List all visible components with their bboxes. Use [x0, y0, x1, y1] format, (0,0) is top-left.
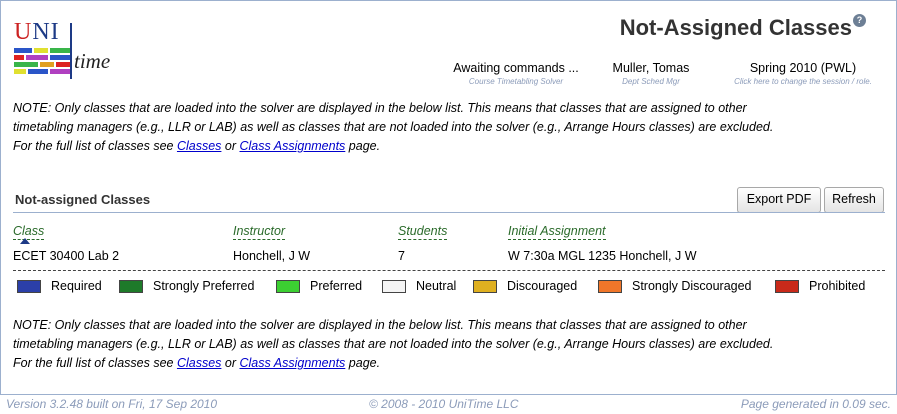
logo-uni-text: UNI	[14, 19, 60, 46]
table-divider	[13, 270, 885, 271]
page-frame: UNI time Not-Assigned Classes ? Awaiting…	[0, 0, 897, 395]
column-header-students[interactable]: Students	[398, 224, 448, 240]
legend-swatch-strongly-preferred	[119, 279, 143, 293]
legend-swatch-discouraged	[473, 279, 497, 293]
legend-swatch-neutral	[382, 279, 406, 293]
legend-label: Strongly Preferred	[153, 279, 255, 293]
note-top: NOTE: Only classes that are loaded into …	[13, 99, 883, 156]
logo-blocks	[14, 48, 72, 80]
legend-prohibited: Prohibited	[775, 279, 865, 293]
footer-version: Version 3.2.48 built on Fri, 17 Sep 2010	[6, 397, 218, 411]
legend-swatch-required	[17, 279, 41, 293]
legend-swatch-strongly-discouraged	[598, 279, 622, 293]
logo-u: U	[14, 19, 33, 45]
note-line-2: timetabling managers (e.g., LLR or LAB) …	[13, 337, 774, 351]
cell-instructor: Honchell, J W	[233, 249, 311, 263]
legend-neutral: Neutral	[382, 279, 456, 293]
section-divider	[13, 212, 885, 213]
note-line-2: timetabling managers (e.g., LLR or LAB) …	[13, 120, 774, 134]
class-assignments-link[interactable]: Class Assignments	[239, 356, 345, 370]
legend-swatch-preferred	[276, 279, 300, 293]
solver-status[interactable]: Awaiting commands ... Course Timetabling…	[441, 61, 591, 86]
note-line-1: NOTE: Only classes that are loaded into …	[13, 101, 747, 115]
solver-status-value: Awaiting commands ...	[453, 61, 579, 75]
logo-time-text: time	[74, 49, 111, 73]
legend-label: Neutral	[416, 279, 457, 293]
column-header-instructor[interactable]: Instructor	[233, 224, 286, 240]
user-name: Muller, Tomas	[612, 61, 690, 75]
note-or: or	[221, 356, 240, 370]
legend-swatch-prohibited	[775, 279, 799, 293]
note-bottom: NOTE: Only classes that are loaded into …	[13, 316, 883, 373]
section-title: Not-assigned Classes	[15, 192, 151, 207]
class-assignments-link[interactable]: Class Assignments	[239, 139, 345, 153]
legend-label: Prohibited	[809, 279, 866, 293]
note-line-3: For the full list of classes see Classes…	[13, 354, 883, 373]
sort-ascending-icon	[20, 238, 30, 244]
note-line-3-prefix: For the full list of classes see	[13, 356, 177, 370]
column-header-initial-assignment[interactable]: Initial Assignment	[508, 224, 606, 240]
legend-strongly-preferred: Strongly Preferred	[119, 279, 254, 293]
refresh-button[interactable]: Refresh	[824, 187, 884, 213]
note-line-3: For the full list of classes see Classes…	[13, 137, 883, 156]
cell-students: 7	[398, 249, 405, 263]
user-role: Dept Sched Mgr	[622, 77, 680, 86]
legend-label: Strongly Discouraged	[632, 279, 752, 293]
solver-status-sub: Course Timetabling Solver	[468, 77, 564, 86]
legend-label: Required	[51, 279, 102, 293]
session-name: Spring 2010 (PWL)	[749, 61, 857, 75]
legend-required: Required	[17, 279, 102, 293]
legend-label: Preferred	[310, 279, 363, 293]
logo-ni: NI	[32, 19, 60, 45]
note-line-3-suffix: page.	[345, 139, 381, 153]
footer-generated: Page generated in 0.09 sec.	[740, 397, 891, 411]
note-line-1: NOTE: Only classes that are loaded into …	[13, 318, 747, 332]
page-title: Not-Assigned Classes	[619, 15, 852, 40]
export-pdf-button[interactable]: Export PDF	[737, 187, 821, 213]
session-change-hint: Click here to change the session / role.	[734, 77, 872, 86]
legend-preferred: Preferred	[276, 279, 362, 293]
footer-copyright[interactable]: © 2008 - 2010 UniTime LLC	[369, 397, 518, 411]
cell-initial-assignment: W 7:30a MGL 1235 Honchell, J W	[508, 249, 697, 263]
note-or: or	[221, 139, 240, 153]
session-selector[interactable]: Spring 2010 (PWL) Click here to change t…	[713, 61, 893, 86]
legend-discouraged: Discouraged	[473, 279, 577, 293]
legend-label: Discouraged	[507, 279, 578, 293]
help-icon[interactable]: ?	[853, 14, 866, 27]
unitime-logo[interactable]: UNI time	[12, 19, 130, 83]
classes-link[interactable]: Classes	[177, 356, 221, 370]
user-info[interactable]: Muller, Tomas Dept Sched Mgr	[601, 61, 701, 86]
note-line-3-suffix: page.	[345, 356, 381, 370]
classes-link[interactable]: Classes	[177, 139, 221, 153]
legend-strongly-discouraged: Strongly Discouraged	[598, 279, 752, 293]
cell-class: ECET 30400 Lab 2	[13, 249, 120, 263]
note-line-3-prefix: For the full list of classes see	[13, 139, 177, 153]
